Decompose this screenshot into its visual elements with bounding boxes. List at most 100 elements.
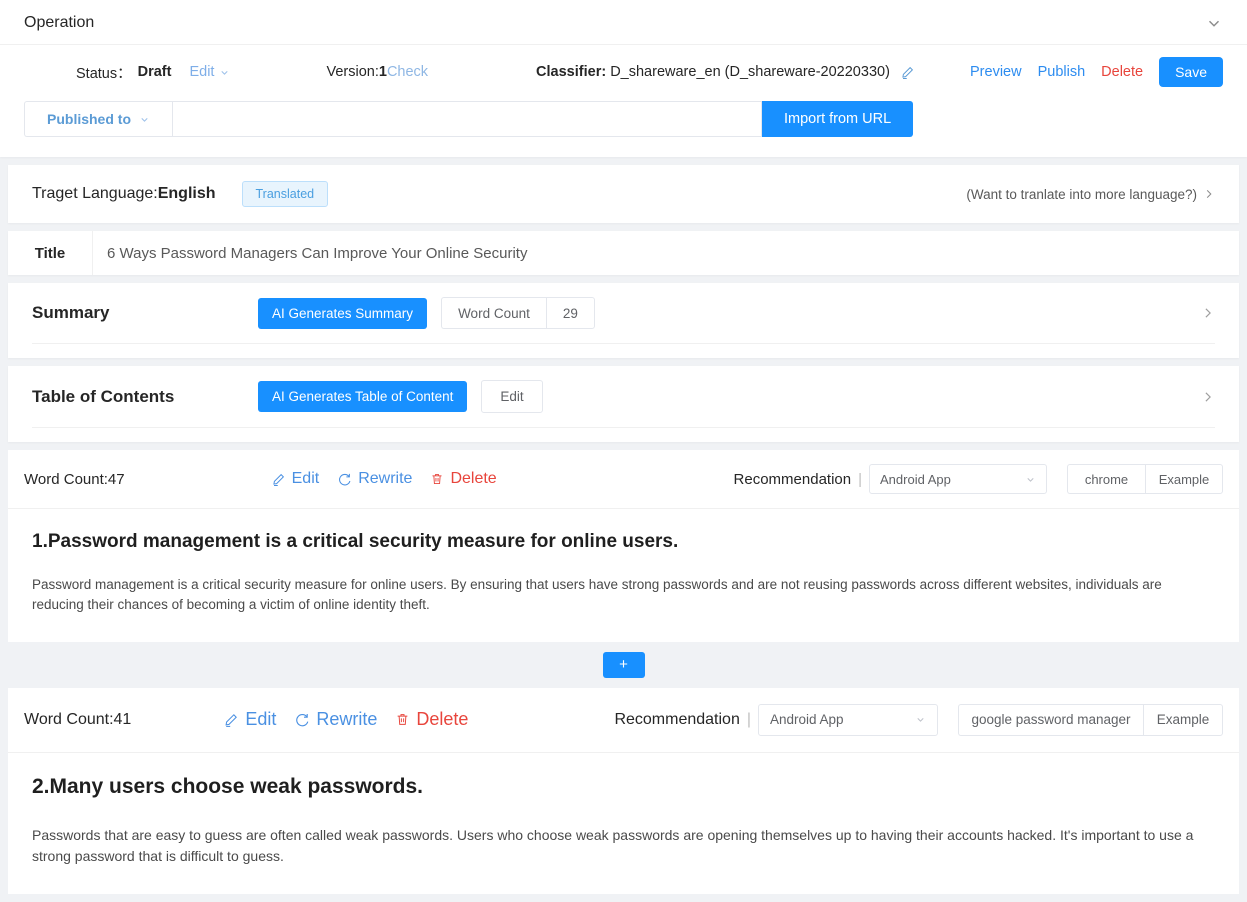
operation-meta-row: Status： Draft Edit Version:1Check Classi… xyxy=(0,45,1247,91)
chevron-down-icon[interactable] xyxy=(1205,14,1223,32)
status-edit-label: Edit xyxy=(189,64,215,80)
toc-edit-button[interactable]: Edit xyxy=(481,380,543,413)
import-row: Published to Import from URL xyxy=(0,91,1247,157)
delete-button[interactable]: Delete xyxy=(1101,64,1143,80)
language-panel: Traget Language: English Translated (Want… xyxy=(8,165,1239,223)
chevron-right-icon xyxy=(1203,188,1215,200)
page-root: Operation Status： Draft Edit Version:1Ch… xyxy=(0,0,1247,894)
separator: | xyxy=(746,710,751,728)
block-rewrite-label: Rewrite xyxy=(316,709,378,729)
platform-select[interactable]: Android App xyxy=(869,464,1047,494)
chevron-down-icon xyxy=(139,114,150,125)
platform-select[interactable]: Android App xyxy=(758,703,938,736)
toc-panel: Table of Contents AI Generates Table of … xyxy=(8,366,1239,442)
language-bar: Traget Language: English Translated (Want… xyxy=(8,165,1239,223)
publish-button[interactable]: Publish xyxy=(1038,64,1086,80)
example-button[interactable]: Example xyxy=(1143,703,1223,736)
block-toolbar: Word Count:41 Edit Rewrite Delete Recomm… xyxy=(8,688,1239,753)
version-check-link[interactable]: Check xyxy=(387,64,428,80)
word-count-input[interactable]: 29 xyxy=(545,297,595,329)
content-block: Word Count:41 Edit Rewrite Delete Recomm… xyxy=(8,687,1239,894)
page-title: Operation xyxy=(24,14,95,31)
block-paragraph[interactable]: Password management is a critical securi… xyxy=(32,575,1215,616)
refresh-icon xyxy=(294,712,310,728)
block-toolbar: Word Count:47 Edit Rewrite Delete Recomm… xyxy=(8,450,1239,509)
recommendation-label: Recommendation xyxy=(733,470,852,488)
version-value: 1 xyxy=(378,64,387,80)
block-rewrite-button[interactable]: Rewrite xyxy=(294,709,377,730)
classifier-label: Classifier: xyxy=(536,64,607,80)
summary-row: Summary AI Generates Summary Word Count … xyxy=(8,283,1239,343)
import-input-group: Published to Import from URL xyxy=(24,101,914,137)
recommendation-label: Recommendation xyxy=(614,710,740,728)
pencil-icon[interactable] xyxy=(900,65,915,80)
block-delete-label: Delete xyxy=(416,709,469,729)
translate-more-link[interactable]: (Want to tranlate into more language?) xyxy=(966,187,1215,202)
target-language-value: English xyxy=(157,185,216,202)
url-input[interactable] xyxy=(172,101,762,137)
block-rewrite-button[interactable]: Rewrite xyxy=(337,470,412,488)
block-edit-button[interactable]: Edit xyxy=(223,709,276,730)
block-rewrite-label: Rewrite xyxy=(358,470,413,487)
keyword-group: google password manager Example xyxy=(958,703,1223,736)
separator: | xyxy=(858,470,862,488)
translate-more-label: (Want to tranlate into more language?) xyxy=(966,186,1197,202)
keyword-input[interactable]: google password manager xyxy=(958,703,1143,736)
block-tools: Edit Rewrite Delete xyxy=(223,709,468,730)
word-count-label: Word Count xyxy=(441,297,546,329)
status-value: Draft xyxy=(137,64,172,80)
title-input[interactable]: 6 Ways Password Managers Can Improve You… xyxy=(93,231,1239,275)
import-from-url-button[interactable]: Import from URL xyxy=(762,101,914,137)
trash-icon xyxy=(395,712,410,727)
platform-select-value: Android App xyxy=(880,471,951,487)
operation-actions: Preview Publish Delete Save xyxy=(970,57,1223,87)
preview-button[interactable]: Preview xyxy=(970,64,1022,80)
status-edit-dropdown[interactable]: Edit xyxy=(189,64,230,80)
summary-word-count-group: Word Count 29 xyxy=(441,297,595,329)
summary-title: Summary xyxy=(32,303,110,322)
status-label: Status： xyxy=(76,65,132,82)
refresh-icon xyxy=(337,472,352,487)
ai-generates-summary-button[interactable]: AI Generates Summary xyxy=(258,297,428,329)
ai-generates-toc-button[interactable]: AI Generates Table of Content xyxy=(258,381,468,412)
chevron-down-icon xyxy=(219,67,230,78)
block-body: 1.Password management is a critical secu… xyxy=(8,509,1239,642)
recommendation-group: Recommendation | Android App google pass… xyxy=(614,703,1223,736)
classifier-info: Classifier: D_shareware_en (D_shareware-… xyxy=(536,64,915,80)
published-to-label: Published to xyxy=(47,111,131,127)
block-delete-button[interactable]: Delete xyxy=(430,470,497,488)
block-delete-button[interactable]: Delete xyxy=(395,709,468,730)
block-delete-label: Delete xyxy=(450,470,497,487)
platform-select-value: Android App xyxy=(770,712,844,727)
toc-body xyxy=(8,428,1239,442)
block-paragraph[interactable]: Passwords that are easy to guess are oft… xyxy=(32,825,1215,868)
chevron-down-icon xyxy=(1025,474,1036,485)
example-button[interactable]: Example xyxy=(1145,464,1223,494)
block-edit-label: Edit xyxy=(245,709,277,729)
pencil-icon xyxy=(223,712,239,728)
block-edit-button[interactable]: Edit xyxy=(271,470,320,488)
target-language-label: Traget Language: xyxy=(32,185,158,202)
add-block-button[interactable]: + xyxy=(602,651,645,678)
keyword-input[interactable]: chrome xyxy=(1067,464,1145,494)
version-label: Version: xyxy=(326,64,379,80)
toc-row: Table of Contents AI Generates Table of … xyxy=(8,366,1239,427)
summary-body xyxy=(8,344,1239,358)
title-row: Title 6 Ways Password Managers Can Impro… xyxy=(8,231,1239,275)
chevron-right-icon[interactable] xyxy=(1201,306,1215,320)
save-button[interactable]: Save xyxy=(1159,57,1223,87)
trash-icon xyxy=(430,472,444,486)
block-edit-label: Edit xyxy=(291,470,320,487)
recommendation-group: Recommendation | Android App chrome Exam… xyxy=(734,464,1223,494)
keyword-group: chrome Example xyxy=(1067,464,1223,494)
toc-title: Table of Contents xyxy=(32,386,175,406)
summary-panel: Summary AI Generates Summary Word Count … xyxy=(8,283,1239,358)
block-heading: 1.Password management is a critical secu… xyxy=(32,531,679,552)
content-block: Word Count:47 Edit Rewrite Delete Recomm… xyxy=(8,450,1239,642)
published-to-dropdown[interactable]: Published to xyxy=(24,101,172,137)
classifier-value: D_shareware_en (D_shareware-20220330) xyxy=(610,64,890,80)
chevron-right-icon[interactable] xyxy=(1201,390,1215,404)
status-badge[interactable]: Translated xyxy=(241,181,329,207)
operation-panel: Operation Status： Draft Edit Version:1Ch… xyxy=(0,0,1247,157)
title-panel: Title 6 Ways Password Managers Can Impro… xyxy=(8,231,1239,275)
